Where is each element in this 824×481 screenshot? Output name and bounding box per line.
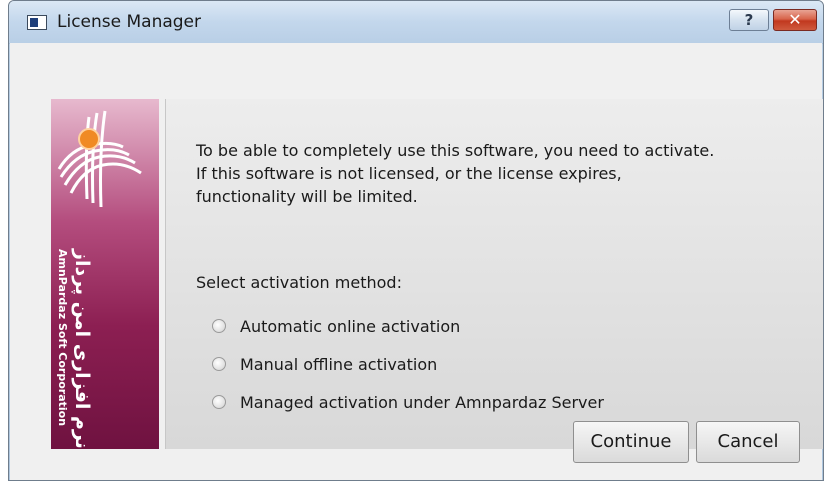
- dialog-body: AmnPardaz Soft Corporation شرکت نرم افزا…: [10, 43, 823, 480]
- title-bar[interactable]: License Manager ? ✕: [9, 1, 823, 44]
- option-automatic-online[interactable]: Automatic online activation: [212, 315, 460, 337]
- company-logo-icon: [57, 110, 142, 208]
- option-label: Automatic online activation: [240, 316, 461, 336]
- radio-icon[interactable]: [212, 357, 226, 371]
- company-name-persian: شرکت نرم افزاری امن پرداز: [71, 249, 93, 449]
- window-title: License Manager: [57, 12, 202, 32]
- close-button[interactable]: ✕: [773, 9, 817, 31]
- message-line: To be able to completely use this softwa…: [196, 141, 715, 160]
- option-manual-offline[interactable]: Manual offline activation: [212, 353, 437, 375]
- help-button[interactable]: ?: [729, 9, 769, 31]
- close-icon: ✕: [788, 10, 802, 29]
- window-icon: [27, 15, 47, 30]
- continue-button[interactable]: Continue: [573, 421, 689, 463]
- license-manager-window: License Manager ? ✕ AmnPardaz Soft Corpo…: [8, 0, 824, 481]
- activation-message: To be able to completely use this softwa…: [196, 139, 806, 208]
- content-panel: To be able to completely use this softwa…: [165, 99, 823, 449]
- radio-icon[interactable]: [212, 395, 226, 409]
- message-line: functionality will be limited.: [196, 187, 418, 206]
- cancel-button[interactable]: Cancel: [696, 421, 800, 463]
- message-line: If this software is not licensed, or the…: [196, 164, 622, 183]
- activation-method-label: Select activation method:: [196, 273, 402, 292]
- help-icon: ?: [744, 11, 754, 29]
- option-managed-server[interactable]: Managed activation under Amnpardaz Serve…: [212, 391, 604, 413]
- radio-icon[interactable]: [212, 319, 226, 333]
- option-label: Manual offline activation: [240, 354, 438, 374]
- company-name-english: AmnPardaz Soft Corporation: [56, 249, 69, 427]
- company-banner: AmnPardaz Soft Corporation شرکت نرم افزا…: [51, 99, 159, 449]
- option-label: Managed activation under Amnpardaz Serve…: [240, 392, 604, 412]
